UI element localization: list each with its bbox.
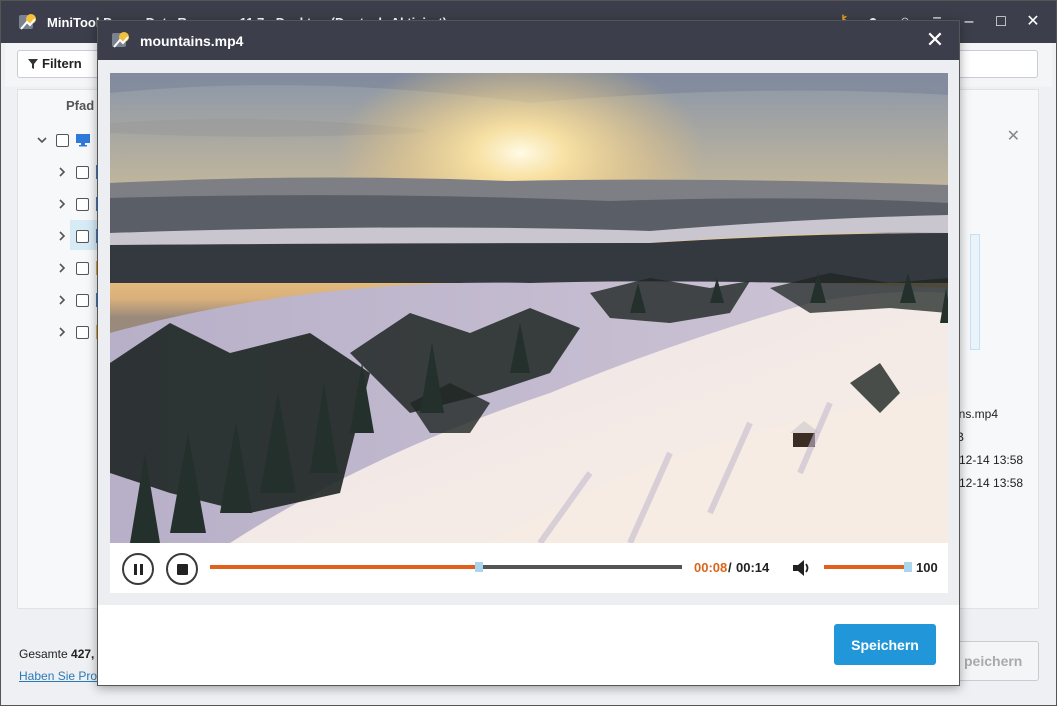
dialog-header: mountains.mp4 ✕: [98, 21, 959, 60]
checkbox[interactable]: [56, 134, 69, 147]
volume-slider[interactable]: [824, 562, 912, 572]
chevron-right-icon[interactable]: [56, 230, 68, 242]
total-value: 427,: [71, 647, 95, 661]
current-time: 00:08: [694, 560, 728, 575]
detail-created: 12-14 13:58: [959, 453, 1024, 467]
close-details-icon[interactable]: ✕: [1007, 126, 1020, 146]
pause-button[interactable]: [122, 553, 154, 585]
chevron-right-icon[interactable]: [56, 166, 68, 178]
close-app-icon[interactable]: ✕: [1023, 12, 1043, 32]
help-link[interactable]: Haben Sie Pro: [19, 669, 97, 683]
seek-slider[interactable]: [210, 562, 682, 572]
seek-handle[interactable]: [475, 562, 484, 572]
volume-fill: [824, 565, 908, 569]
dialog-title: mountains.mp4: [140, 33, 244, 49]
checkbox[interactable]: [76, 230, 89, 243]
seek-progress-fill: [210, 565, 480, 569]
preview-thumbnail: [970, 234, 980, 350]
player-controls: 00:08 / 00:14 100: [110, 543, 948, 593]
preview-dialog: mountains.mp4 ✕ 00:08 / 00:14 100 Speich…: [97, 20, 960, 686]
checkbox[interactable]: [76, 166, 89, 179]
close-icon[interactable]: ✕: [923, 28, 947, 52]
pause-icon-bar: [134, 564, 137, 575]
stop-icon: [177, 564, 188, 575]
checkbox[interactable]: [76, 294, 89, 307]
video-player: 00:08 / 00:14 100: [98, 60, 959, 605]
video-frame[interactable]: [110, 73, 948, 543]
filter-icon: [28, 59, 38, 69]
checkbox[interactable]: [76, 326, 89, 339]
total-time: 00:14: [736, 560, 770, 575]
chevron-right-icon[interactable]: [56, 198, 68, 210]
filter-label: Filtern: [42, 56, 82, 71]
stop-button[interactable]: [166, 553, 198, 585]
computer-icon: [76, 134, 90, 147]
detail-modified: 12-14 13:58: [959, 476, 1024, 490]
app-logo-icon: [112, 32, 129, 48]
chevron-right-icon[interactable]: [56, 262, 68, 274]
chevron-down-icon[interactable]: [36, 134, 48, 146]
total-text: Gesamte 427,: [19, 647, 94, 661]
pause-icon-bar: [140, 564, 143, 575]
volume-value: 100: [916, 560, 938, 575]
minimize-icon[interactable]: –: [959, 12, 979, 32]
volume-handle[interactable]: [904, 562, 912, 572]
chevron-right-icon[interactable]: [56, 294, 68, 306]
maximize-icon[interactable]: □: [991, 12, 1011, 32]
checkbox[interactable]: [76, 198, 89, 211]
checkbox[interactable]: [76, 262, 89, 275]
background-save-button[interactable]: peichern: [955, 641, 1039, 681]
path-column-header: Pfad: [66, 98, 95, 113]
total-label: Gesamte: [19, 647, 68, 661]
app-logo-icon: [19, 14, 36, 30]
volume-icon[interactable]: [791, 558, 813, 578]
time-separator: /: [728, 560, 732, 575]
chevron-right-icon[interactable]: [56, 326, 68, 338]
save-button[interactable]: Speichern: [834, 624, 936, 665]
